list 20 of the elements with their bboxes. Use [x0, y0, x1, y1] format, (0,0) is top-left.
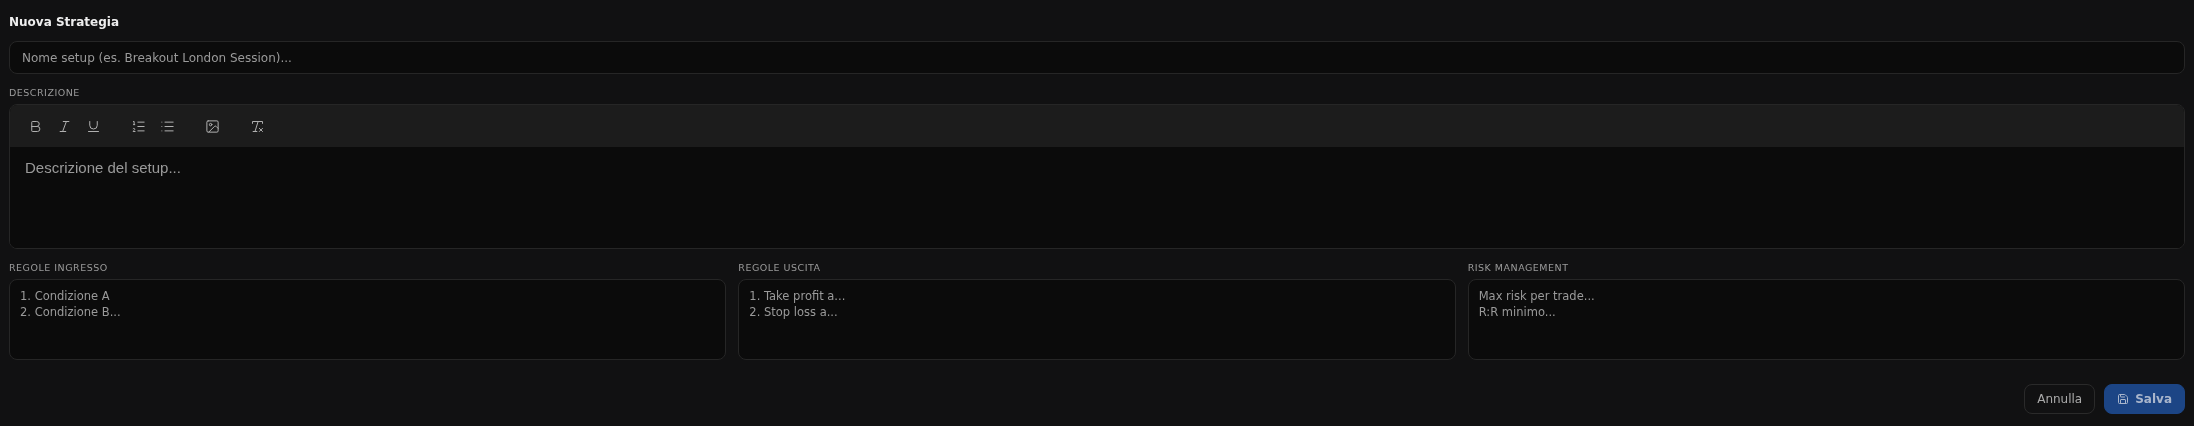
rules-field[interactable]: 1. Take profit a... 2. Stop loss a...: [738, 279, 1456, 360]
form-title: Nuova Strategia: [9, 14, 120, 31]
save-icon: [2117, 393, 2130, 405]
rules-field[interactable]: 1. Condizione A 2. Condizione B...: [9, 279, 727, 360]
field-label: REGOLE USCITA: [738, 262, 822, 273]
save-button[interactable]: Salva: [2104, 384, 2185, 414]
cancel-button[interactable]: Annulla: [2024, 384, 2096, 414]
image-icon: [205, 118, 220, 134]
field-label: REGOLE INGRESSO: [9, 262, 109, 273]
name-field[interactable]: Nome setup (es. Breakout London Session)...: [9, 41, 2185, 74]
italic-icon: [57, 118, 72, 134]
underline-icon: [86, 118, 101, 134]
bold-icon: [28, 118, 43, 134]
ordered-list-icon: [131, 118, 146, 134]
field-label: RISK MANAGEMENT: [1467, 262, 1570, 273]
clear-format-icon: [250, 118, 265, 134]
rules-field[interactable]: Max risk per trade... R:R minimo...: [1467, 279, 2185, 360]
description-editor[interactable]: Descrizione del setup...: [9, 104, 2185, 249]
field-label: DESCRIZIONE: [9, 87, 81, 98]
bullet-list-icon: [160, 118, 175, 134]
